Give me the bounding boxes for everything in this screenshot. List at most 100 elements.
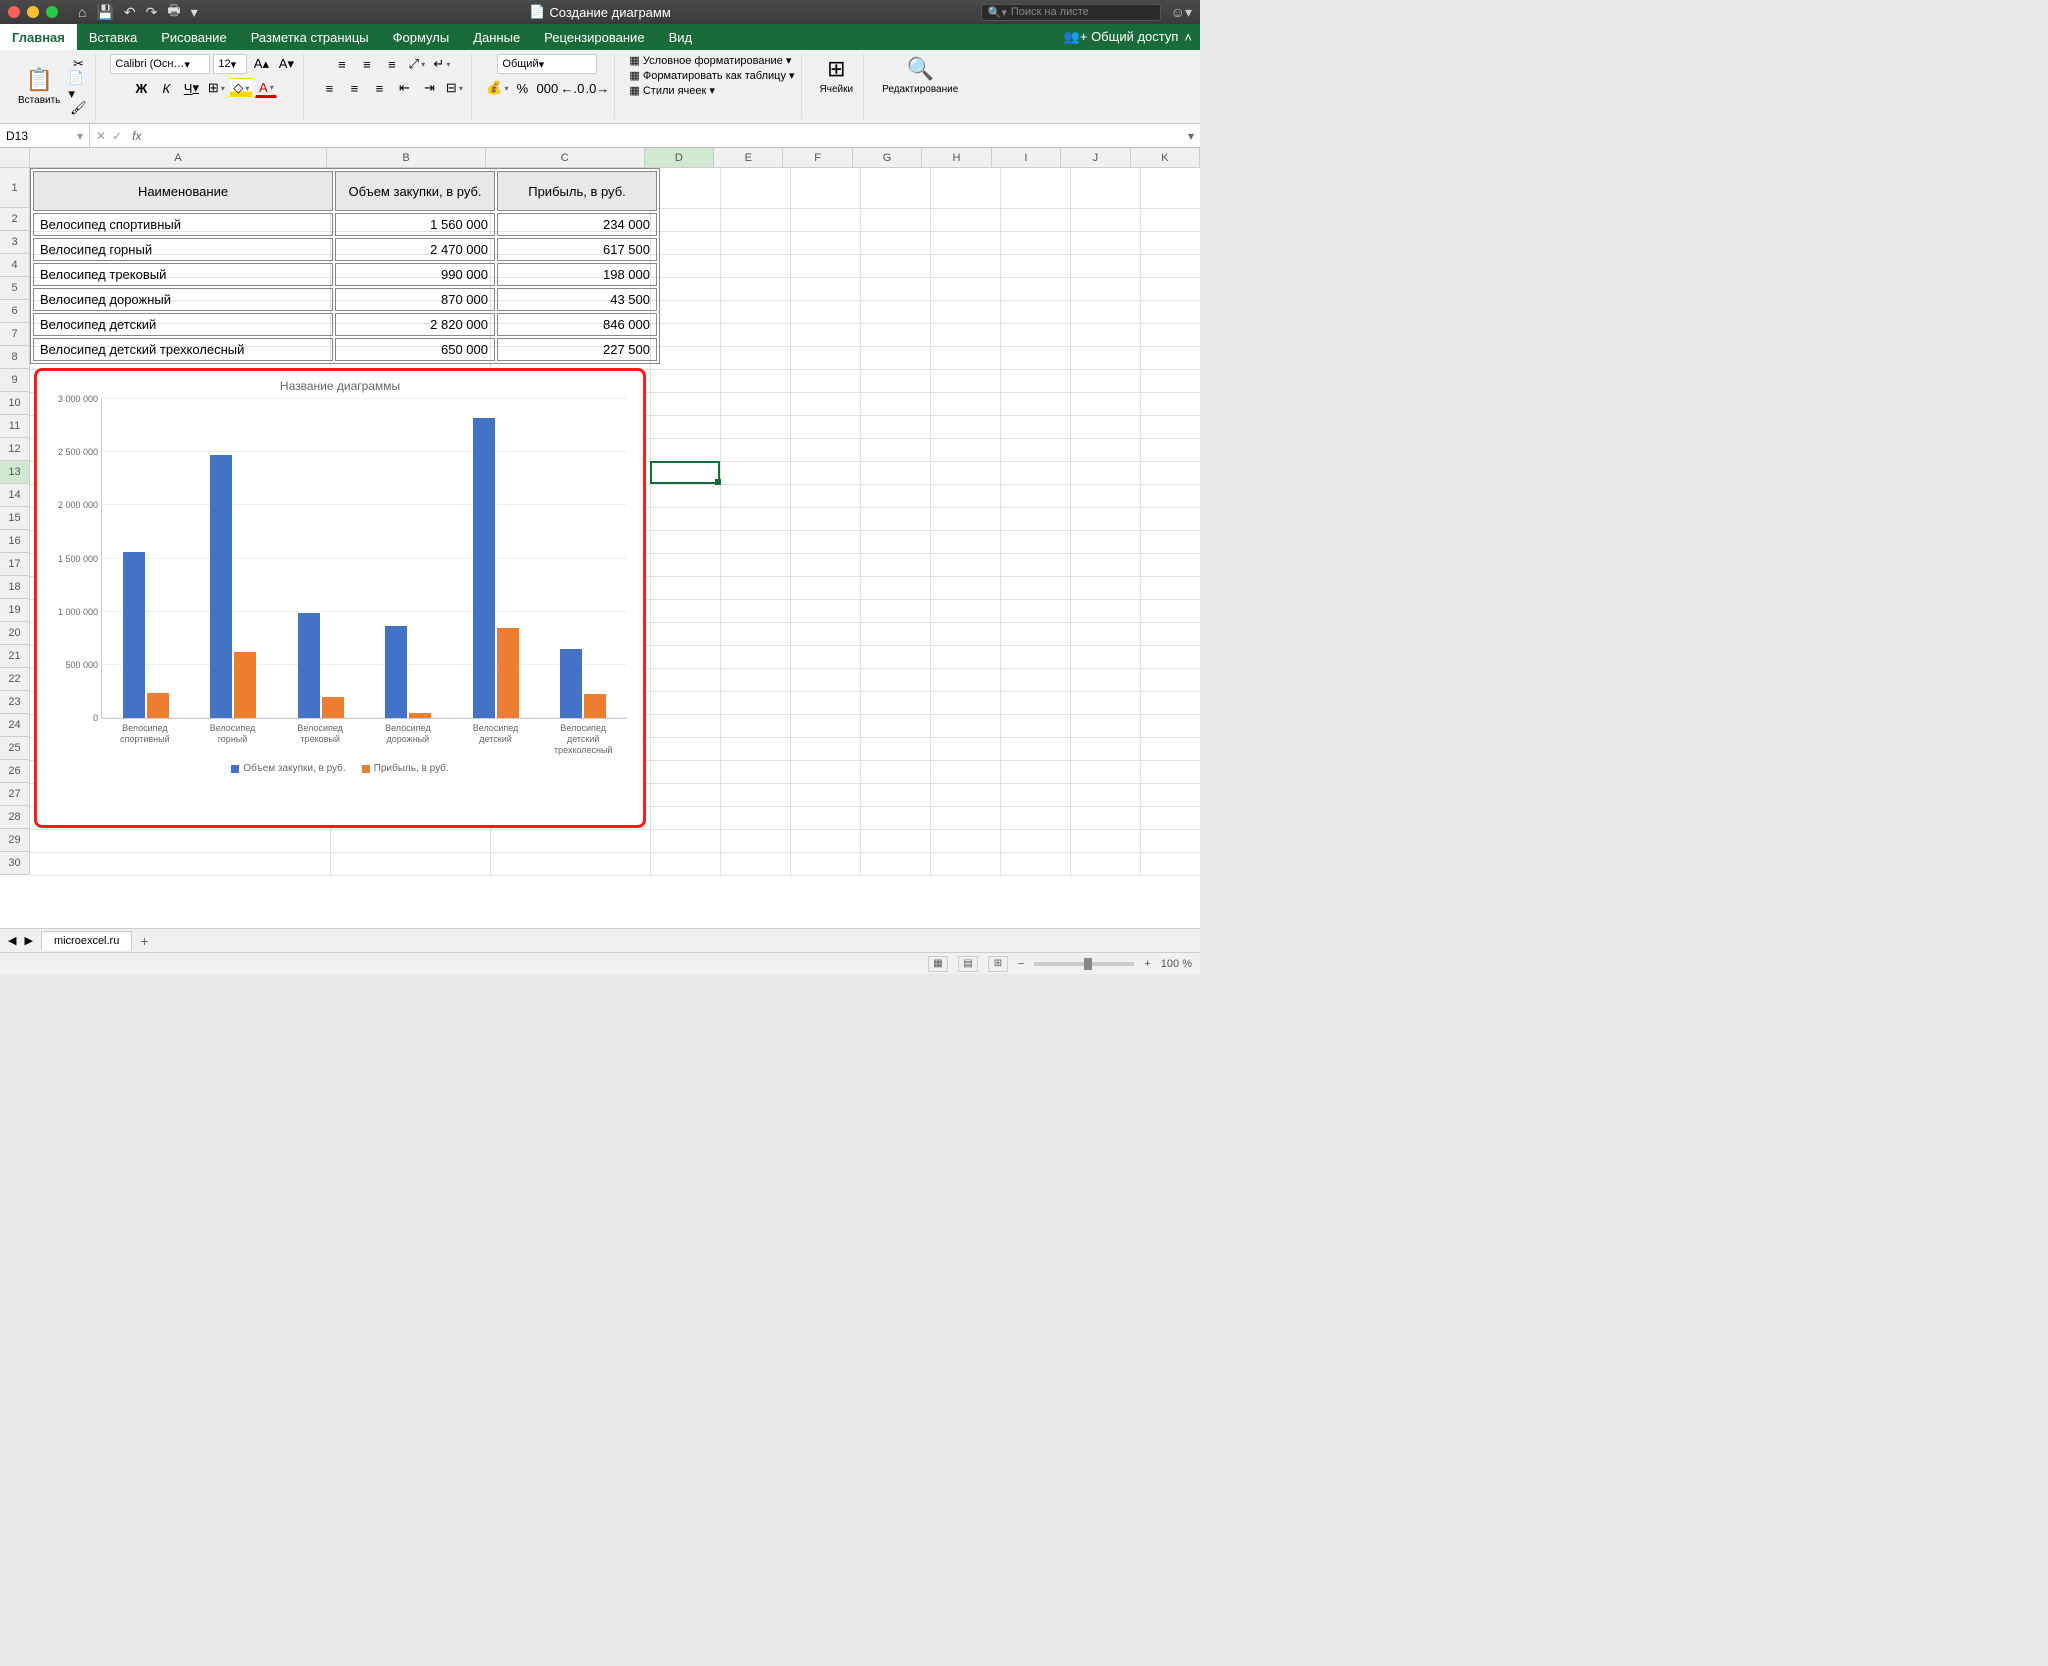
name-box[interactable]: D13▾ — [0, 124, 90, 147]
column-header[interactable]: J — [1061, 148, 1130, 167]
row-header[interactable]: 13 — [0, 461, 30, 484]
collapse-ribbon-icon[interactable]: ˄ — [1184, 30, 1192, 45]
row-header[interactable]: 9 — [0, 369, 30, 392]
borders-icon[interactable]: ⊞ — [205, 78, 227, 98]
align-top-icon[interactable]: ≡ — [331, 54, 353, 74]
tab-draw[interactable]: Рисование — [149, 24, 238, 50]
sheet-tab[interactable]: microexcel.ru — [41, 931, 132, 950]
decrease-font-icon[interactable]: A▾ — [275, 54, 297, 74]
row-header[interactable]: 18 — [0, 576, 30, 599]
conditional-formatting-button[interactable]: ▦ Условное форматирование ▾ — [629, 54, 794, 67]
row-header[interactable]: 22 — [0, 668, 30, 691]
column-header[interactable]: E — [714, 148, 783, 167]
page-layout-view-icon[interactable]: ▤ — [958, 956, 978, 972]
row-header[interactable]: 16 — [0, 530, 30, 553]
percent-icon[interactable]: % — [511, 78, 533, 98]
row-header[interactable]: 15 — [0, 507, 30, 530]
tab-formulas[interactable]: Формулы — [381, 24, 462, 50]
prev-sheet-icon[interactable]: ◀ — [8, 934, 16, 947]
row-header[interactable]: 10 — [0, 392, 30, 415]
row-header[interactable]: 17 — [0, 553, 30, 576]
column-header[interactable]: I — [992, 148, 1061, 167]
column-header[interactable]: F — [783, 148, 852, 167]
home-icon[interactable]: ⌂ — [78, 4, 86, 20]
font-color-icon[interactable]: A — [255, 78, 277, 98]
print-icon[interactable]: 🖶 — [167, 0, 180, 24]
align-bottom-icon[interactable]: ≡ — [381, 54, 403, 74]
active-cell[interactable] — [650, 461, 720, 484]
row-header[interactable]: 19 — [0, 599, 30, 622]
cancel-formula-icon[interactable]: ✕ — [96, 129, 106, 143]
chart-title[interactable]: Название диаграммы — [49, 379, 631, 393]
zoom-slider[interactable] — [1034, 962, 1134, 966]
page-break-view-icon[interactable]: ⊞ — [988, 956, 1008, 972]
column-header[interactable]: H — [922, 148, 991, 167]
row-header[interactable]: 21 — [0, 645, 30, 668]
wrap-text-icon[interactable]: ↵ — [431, 54, 453, 74]
column-header[interactable]: G — [853, 148, 922, 167]
user-icon[interactable]: ☺▾ — [1171, 4, 1192, 21]
tab-review[interactable]: Рецензирование — [532, 24, 656, 50]
share-button[interactable]: 👥+ Общий доступ — [1064, 29, 1179, 45]
increase-font-icon[interactable]: A▴ — [250, 54, 272, 74]
accept-formula-icon[interactable]: ✓ — [112, 129, 122, 143]
close-window-button[interactable] — [8, 6, 20, 18]
font-size-select[interactable]: 12 ▾ — [213, 54, 247, 74]
currency-icon[interactable]: 💰 — [486, 78, 508, 98]
format-as-table-button[interactable]: ▦ Форматировать как таблицу ▾ — [629, 69, 794, 82]
column-header[interactable]: D — [645, 148, 714, 167]
row-header[interactable]: 20 — [0, 622, 30, 645]
redo-icon[interactable]: ↷ — [146, 4, 158, 21]
row-header[interactable]: 2 — [0, 208, 30, 231]
tab-view[interactable]: Вид — [657, 24, 705, 50]
align-middle-icon[interactable]: ≡ — [356, 54, 378, 74]
normal-view-icon[interactable]: ▦ — [928, 956, 948, 972]
tab-home[interactable]: Главная — [0, 24, 77, 50]
row-header[interactable]: 12 — [0, 438, 30, 461]
row-header[interactable]: 24 — [0, 714, 30, 737]
format-painter-icon[interactable]: 🖌 — [67, 98, 89, 118]
minimize-window-button[interactable] — [27, 6, 39, 18]
search-input[interactable]: 🔍▾ Поиск на листе — [981, 4, 1161, 21]
row-header[interactable]: 3 — [0, 231, 30, 254]
align-right-icon[interactable]: ≡ — [368, 78, 390, 98]
comma-icon[interactable]: 000 — [536, 78, 558, 98]
column-header[interactable]: A — [30, 148, 328, 167]
increase-indent-icon[interactable]: ⇥ — [418, 78, 440, 98]
worksheet-grid[interactable]: ABCDEFGHIJK 1234567891011121314151617181… — [0, 148, 1200, 928]
decrease-decimal-icon[interactable]: .0→ — [586, 78, 608, 98]
row-header[interactable]: 29 — [0, 829, 30, 852]
row-header[interactable]: 26 — [0, 760, 30, 783]
row-header[interactable]: 7 — [0, 323, 30, 346]
add-sheet-button[interactable]: + — [140, 933, 148, 949]
column-header[interactable]: C — [486, 148, 645, 167]
data-table[interactable]: НаименованиеОбъем закупки, в руб.Прибыль… — [30, 168, 660, 364]
maximize-window-button[interactable] — [46, 6, 58, 18]
increase-decimal-icon[interactable]: ←.0 — [561, 78, 583, 98]
italic-button[interactable]: К — [155, 78, 177, 98]
column-header[interactable]: K — [1131, 148, 1200, 167]
column-header[interactable]: B — [327, 148, 486, 167]
row-header[interactable]: 27 — [0, 783, 30, 806]
zoom-out-button[interactable]: − — [1018, 958, 1024, 970]
row-header[interactable]: 4 — [0, 254, 30, 277]
fill-color-icon[interactable]: ◇ — [230, 78, 252, 98]
zoom-in-button[interactable]: + — [1144, 958, 1150, 970]
row-header[interactable]: 28 — [0, 806, 30, 829]
row-header[interactable]: 14 — [0, 484, 30, 507]
tab-insert[interactable]: Вставка — [77, 24, 149, 50]
fx-icon[interactable]: fx — [128, 129, 145, 143]
align-center-icon[interactable]: ≡ — [343, 78, 365, 98]
row-header[interactable]: 5 — [0, 277, 30, 300]
tab-data[interactable]: Данные — [461, 24, 532, 50]
chart[interactable]: Название диаграммы 0500 0001 000 0001 50… — [34, 368, 646, 828]
undo-icon[interactable]: ↶ — [124, 4, 136, 21]
underline-button[interactable]: Ч▾ — [180, 78, 202, 98]
paste-button[interactable]: 📋 Вставить — [14, 65, 64, 108]
copy-icon[interactable]: 📄▾ — [67, 76, 89, 96]
save-icon[interactable]: 💾 — [96, 4, 113, 21]
cell-styles-button[interactable]: ▦ Стили ячеек ▾ — [629, 84, 794, 97]
align-left-icon[interactable]: ≡ — [318, 78, 340, 98]
orientation-icon[interactable]: ⤢ — [406, 54, 428, 74]
qat-customize-icon[interactable]: ▾ — [191, 4, 198, 21]
